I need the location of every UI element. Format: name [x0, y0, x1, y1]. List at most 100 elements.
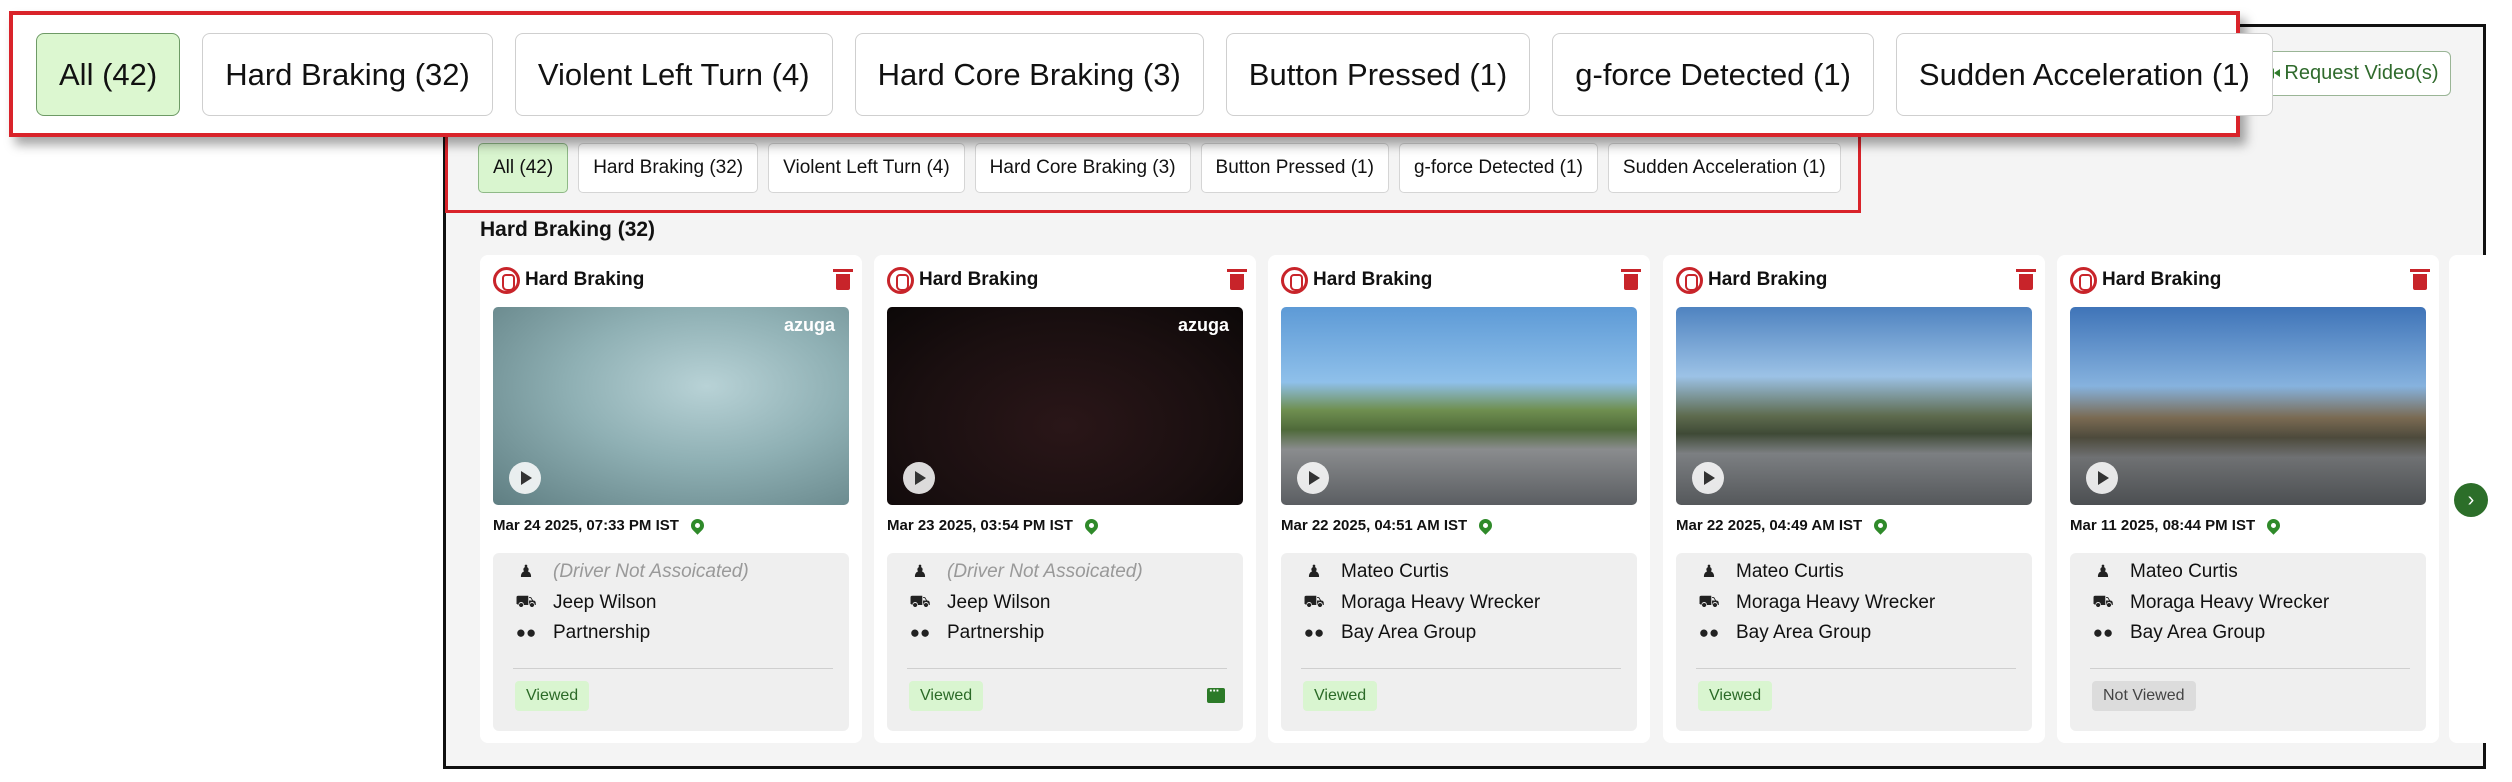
divider — [1301, 668, 1621, 669]
event-timestamp: Mar 22 2025, 04:51 AM IST — [1281, 517, 1468, 534]
driver-icon: ♟ — [2095, 562, 2111, 581]
filter-chip-button-pressed[interactable]: Button Pressed (1) — [1200, 143, 1389, 193]
azuga-logo: azuga — [783, 315, 835, 335]
vehicle-name: Jeep Wilson — [947, 592, 1051, 613]
trash-icon[interactable] — [1621, 269, 1641, 290]
filter-chip-button-pressed-zoomed[interactable]: Button Pressed (1) — [1225, 33, 1531, 116]
event-card[interactable]: Hard Braking azuga Mar 23 2025, 03:54 PM… — [874, 255, 1256, 743]
event-details: ♟ Mateo Curtis ⛟ Moraga Heavy Wrecker ●● Ba… — [1676, 553, 2032, 731]
divider — [513, 668, 833, 669]
filter-chip-violent-left-turn-zoomed[interactable]: Violent Left Turn (4) — [514, 33, 833, 116]
status-badge: Viewed — [909, 681, 984, 711]
vehicle-icon: ⛟ — [515, 592, 537, 611]
play-icon[interactable] — [903, 462, 935, 494]
vehicle-name: Moraga Heavy Wrecker — [2130, 592, 2330, 613]
trash-icon[interactable] — [2016, 269, 2036, 290]
driver-name: Mateo Curtis — [2130, 561, 2238, 582]
driver-icon: ♟ — [1306, 562, 1322, 581]
filter-chip-g-force-zoomed[interactable]: g-force Detected (1) — [1552, 33, 1874, 116]
group-icon: ●● — [909, 623, 931, 642]
group-name: Bay Area Group — [1341, 622, 1477, 643]
vehicle-icon: ⛟ — [2092, 592, 2114, 611]
driver-icon: ♟ — [1701, 562, 1717, 581]
driver-name: (Driver Not Assoicated) — [947, 561, 1143, 582]
trash-icon[interactable] — [1227, 269, 1247, 290]
filter-chip-sudden-acceleration-zoomed[interactable]: Sudden Acceleration (1) — [1895, 33, 2273, 116]
filter-chip-violent-left-turn[interactable]: Violent Left Turn (4) — [768, 143, 965, 193]
group-name: Partnership — [553, 622, 651, 643]
event-details: ♟ (Driver Not Assoicated) ⛟ Jeep Wilson ●●… — [887, 553, 1243, 731]
event-details: ♟ Mateo Curtis ⛟ Moraga Heavy Wrecker ●● Ba… — [2070, 553, 2426, 731]
filter-chip-all[interactable]: All (42) — [478, 143, 569, 193]
request-video-button[interactable]: Request Video(s) — [2247, 51, 2451, 96]
group-icon: ●● — [1698, 623, 1720, 642]
driver-icon: ♟ — [518, 562, 534, 581]
hard-braking-icon — [1281, 266, 1308, 294]
trash-icon[interactable] — [2410, 269, 2430, 290]
vehicle-name: Jeep Wilson — [553, 592, 657, 613]
location-pin-icon[interactable] — [1476, 516, 1495, 535]
event-card[interactable]: Hard Braking Mar 22 2025, 04:51 AM IST ♟… — [1268, 255, 1650, 743]
divider — [1696, 668, 2016, 669]
event-card[interactable]: Hard Braking azuga Mar 24 2025, 07:33 PM… — [480, 255, 862, 743]
status-badge: Viewed — [1698, 681, 1773, 711]
driver-name: Mateo Curtis — [1341, 561, 1449, 582]
filter-chips: All (42) Hard Braking (32) Violent Left … — [478, 143, 1841, 193]
play-icon[interactable] — [2086, 462, 2118, 494]
vehicle-icon: ⛟ — [909, 592, 931, 611]
group-name: Bay Area Group — [2130, 622, 2266, 643]
event-timestamp: Mar 11 2025, 08:44 PM IST — [2070, 517, 2256, 534]
vehicle-icon: ⛟ — [1698, 592, 1720, 611]
filter-chip-sudden-acceleration[interactable]: Sudden Acceleration (1) — [1607, 143, 1841, 193]
event-type: Hard Braking — [2102, 269, 2222, 290]
azuga-logo: azuga — [1177, 315, 1229, 335]
filter-chips-zoomed: All (42) Hard Braking (32) Violent Left … — [36, 33, 2273, 116]
status-badge: Not Viewed — [2092, 681, 2196, 711]
filter-chip-hard-core-braking[interactable]: Hard Core Braking (3) — [974, 143, 1191, 193]
play-icon[interactable] — [509, 462, 541, 494]
event-type: Hard Braking — [1313, 269, 1433, 290]
filter-chip-hard-core-braking-zoomed[interactable]: Hard Core Braking (3) — [854, 33, 1204, 116]
event-type: Hard Braking — [919, 269, 1039, 290]
request-video-label: Request Video(s) — [2284, 62, 2439, 84]
group-icon: ●● — [1303, 623, 1325, 642]
status-badge: Viewed — [515, 681, 590, 711]
location-pin-icon[interactable] — [1082, 516, 1101, 535]
driver-name: Mateo Curtis — [1736, 561, 1844, 582]
vehicle-icon: ⛟ — [1303, 592, 1325, 611]
event-timestamp: Mar 22 2025, 04:49 AM IST — [1676, 517, 1863, 534]
chevron-right-icon[interactable]: › — [2454, 483, 2488, 517]
event-card[interactable]: Hard Braking Mar 22 2025, 04:49 AM IST ♟… — [1663, 255, 2045, 743]
event-timestamp: Mar 24 2025, 07:33 PM IST — [493, 517, 679, 534]
filter-chip-hard-braking-zoomed[interactable]: Hard Braking (32) — [202, 33, 493, 116]
group-icon: ●● — [515, 623, 537, 642]
hard-braking-icon — [2070, 266, 2097, 294]
filter-chip-all-zoomed[interactable]: All (42) — [36, 33, 181, 116]
play-icon[interactable] — [1692, 462, 1724, 494]
vehicle-name: Moraga Heavy Wrecker — [1736, 592, 1936, 613]
video-thumbnail[interactable] — [1281, 307, 1637, 505]
driver-name: (Driver Not Assoicated) — [553, 561, 749, 582]
group-icon: ●● — [2092, 623, 2114, 642]
event-type: Hard Braking — [1708, 269, 1828, 290]
section-title: Hard Braking (32) — [480, 218, 656, 241]
event-card[interactable]: Hard Braking Mar 11 2025, 08:44 PM IST ♟… — [2057, 255, 2439, 743]
video-thumbnail[interactable]: azuga — [887, 307, 1243, 505]
play-icon[interactable] — [1297, 462, 1329, 494]
event-timestamp: Mar 23 2025, 03:54 PM IST — [887, 517, 1073, 534]
location-pin-icon[interactable] — [1871, 516, 1890, 535]
comment-icon[interactable] — [1207, 683, 1225, 703]
hard-braking-icon — [887, 266, 914, 294]
video-thumbnail[interactable] — [1676, 307, 2032, 505]
group-name: Partnership — [947, 622, 1045, 643]
video-thumbnail[interactable]: azuga — [493, 307, 849, 505]
divider — [2090, 668, 2410, 669]
trash-icon[interactable] — [833, 269, 853, 290]
location-pin-icon[interactable] — [2264, 516, 2283, 535]
video-thumbnail[interactable] — [2070, 307, 2426, 505]
group-name: Bay Area Group — [1736, 622, 1872, 643]
status-badge: Viewed — [1303, 681, 1378, 711]
filter-chip-g-force[interactable]: g-force Detected (1) — [1398, 143, 1598, 193]
location-pin-icon[interactable] — [688, 516, 707, 535]
filter-chip-hard-braking[interactable]: Hard Braking (32) — [578, 143, 759, 193]
